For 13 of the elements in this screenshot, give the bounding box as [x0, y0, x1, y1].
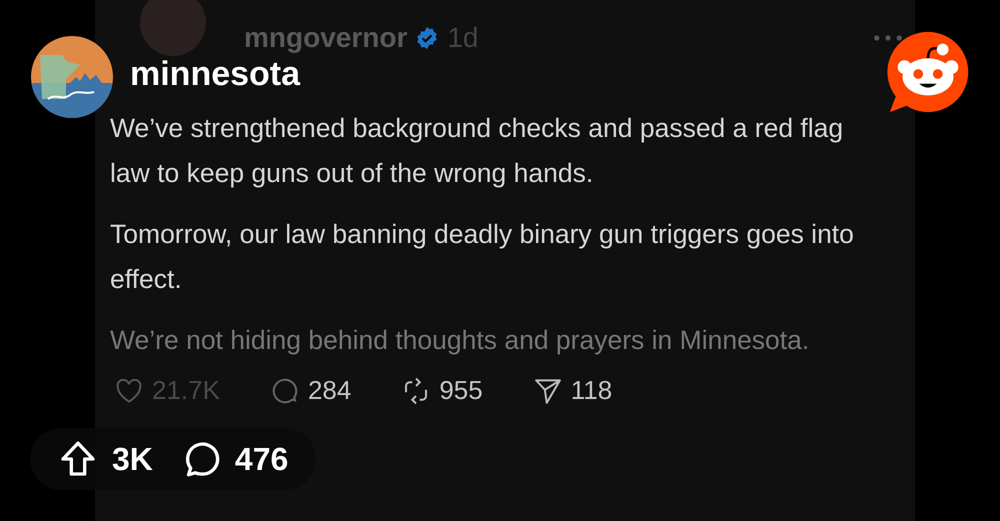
speech-bubble-icon[interactable]	[270, 376, 300, 406]
action-count: 118	[570, 375, 612, 406]
post-paragraph: We’ve strengthened background checks and passed a red flag law to keep guns out of the wrong hands.	[110, 112, 844, 190]
action-count: 21.7K	[152, 375, 220, 406]
photo-placeholder	[140, 0, 206, 56]
community-name[interactable]: minnesota	[130, 54, 300, 94]
action-count: 955	[439, 375, 483, 406]
more-options-icon[interactable]	[873, 34, 903, 42]
post-paragraph: Tomorrow, our law banning deadly binary gun triggers goes into effect.	[110, 218, 855, 296]
post-paragraph: We’re not hiding behind thoughts and prayers in Minnesota.	[110, 324, 810, 357]
comment-count: 476	[234, 440, 288, 478]
upvote-count: 3K	[112, 440, 153, 478]
action-count: 284	[308, 375, 352, 406]
